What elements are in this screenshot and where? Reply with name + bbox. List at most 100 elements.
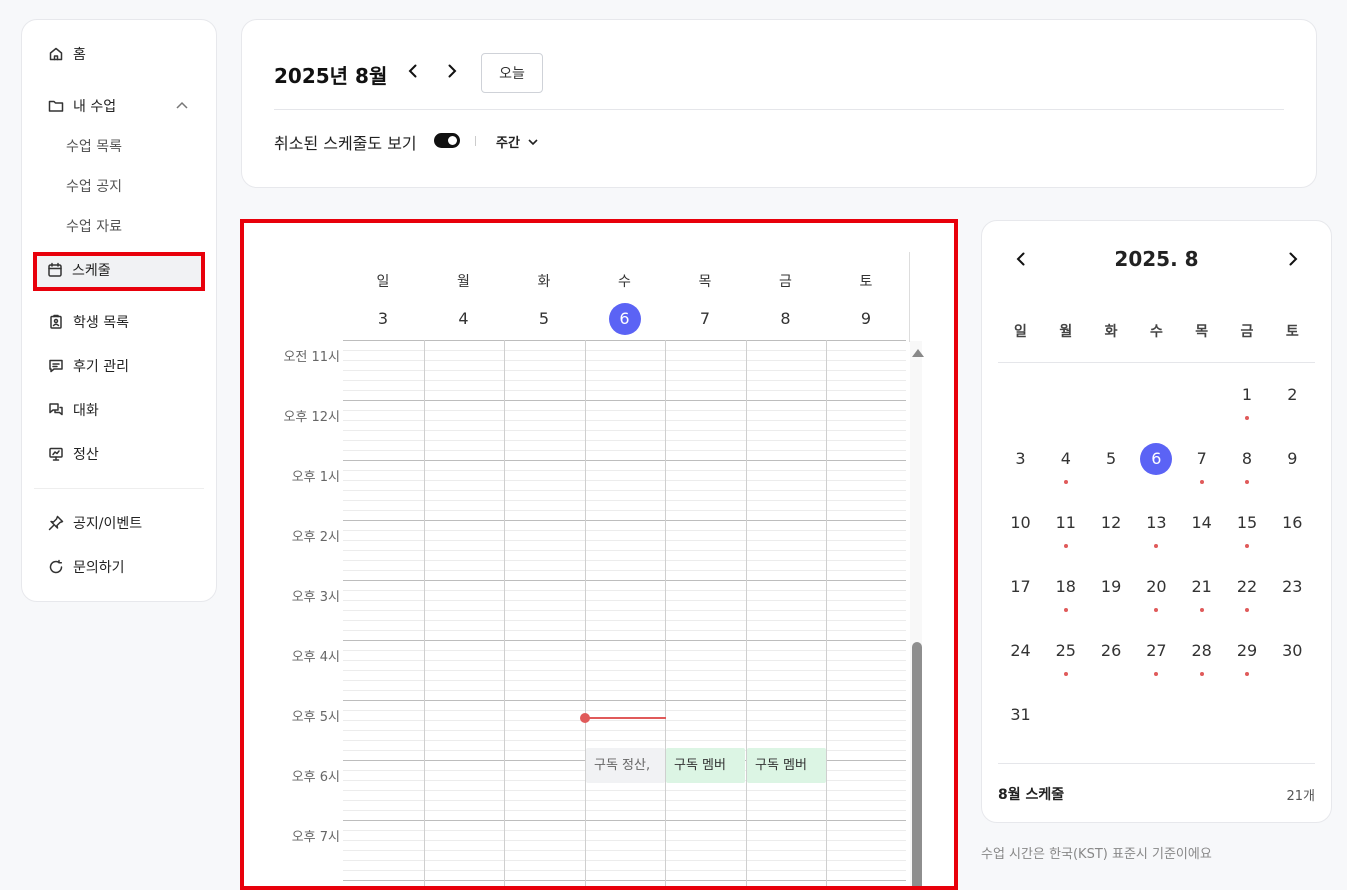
mini-date[interactable]: 19 (1089, 571, 1134, 603)
mini-date[interactable]: 15 (1225, 507, 1270, 539)
monitor-chart-icon (47, 445, 65, 463)
mini-date-number: 25 (1055, 641, 1076, 660)
time-label: 오후 12시 (283, 410, 340, 425)
mini-date[interactable]: 4 (1043, 443, 1088, 475)
nav-chat[interactable]: 대화 (47, 398, 99, 422)
mini-date[interactable]: 10 (998, 507, 1043, 539)
nav-reviews[interactable]: 후기 관리 (47, 354, 129, 378)
mini-date[interactable]: 23 (1270, 571, 1315, 603)
prev-week-button[interactable] (404, 62, 422, 80)
day-number: 4 (458, 309, 469, 328)
mini-date-number: 30 (1282, 641, 1303, 660)
mini-date[interactable]: 29 (1225, 635, 1270, 667)
scroll-up-arrow[interactable] (912, 349, 924, 357)
chevron-up-icon[interactable] (174, 98, 190, 114)
day-divider (504, 340, 505, 886)
mini-date[interactable]: 27 (1134, 635, 1179, 667)
month-title: 2025년 8월 (274, 64, 388, 88)
mini-date[interactable]: 28 (1179, 635, 1224, 667)
minor-gridline (343, 500, 906, 501)
nav-home[interactable]: 홈 (47, 42, 86, 66)
time-grid[interactable]: 구독 정산, 구독 멤버 구독 멤버 (343, 340, 906, 886)
mini-day-of-week: 금 (1240, 324, 1254, 340)
mini-date[interactable]: 13 (1134, 507, 1179, 539)
hour-gridline (343, 520, 906, 521)
day-column-header[interactable]: 금8 (746, 271, 826, 335)
minor-gridline (343, 450, 906, 451)
mini-date[interactable]: 11 (1043, 507, 1088, 539)
minor-gridline (343, 620, 906, 621)
minor-gridline (343, 840, 906, 841)
mini-date[interactable]: 18 (1043, 571, 1088, 603)
schedule-event[interactable]: 구독 정산, (586, 748, 665, 783)
mini-date[interactable]: 17 (998, 571, 1043, 603)
mini-date[interactable]: 31 (998, 699, 1043, 731)
mini-date-number: 14 (1191, 513, 1212, 532)
timezone-note: 수업 시간은 한국(KST) 표준시 기준이에요 (981, 847, 1212, 862)
day-column-header[interactable]: 토9 (826, 271, 906, 335)
nav-notice[interactable]: 공지/이벤트 (47, 511, 142, 535)
show-cancelled-label: 취소된 스케줄도 보기 (274, 134, 417, 153)
mini-next-month-button[interactable] (1284, 250, 1302, 268)
hour-gridline (343, 820, 906, 821)
nav-students[interactable]: 학생 목록 (47, 310, 129, 334)
minor-gridline (343, 830, 906, 831)
mini-date[interactable]: 1 (1225, 379, 1270, 411)
schedule-marker-dot (1245, 672, 1249, 676)
day-column-header[interactable]: 월4 (424, 271, 504, 335)
mini-date[interactable]: 9 (1270, 443, 1315, 475)
mini-date-number: 21 (1191, 577, 1212, 596)
mini-date[interactable]: 5 (1089, 443, 1134, 475)
nav-my-class[interactable]: 내 수업 (47, 94, 116, 118)
mini-date[interactable]: 14 (1179, 507, 1224, 539)
mini-date[interactable]: 16 (1270, 507, 1315, 539)
nav-class-materials[interactable]: 수업 자료 (66, 216, 122, 236)
schedule-event[interactable]: 구독 멤버 (666, 748, 745, 783)
nav-schedule[interactable]: 스케줄 (46, 258, 111, 282)
minor-gridline (343, 600, 906, 601)
schedule-event[interactable]: 구독 멤버 (747, 748, 826, 783)
next-week-button[interactable] (443, 62, 461, 80)
mini-footer-divider (998, 763, 1315, 764)
minor-gridline (343, 420, 906, 421)
nav-inquiry-label: 문의하기 (73, 560, 125, 576)
mini-today-date[interactable]: 6 (1134, 443, 1179, 475)
mini-date[interactable]: 7 (1179, 443, 1224, 475)
show-cancelled-toggle[interactable] (434, 133, 460, 148)
day-column-header[interactable]: 목7 (665, 271, 745, 335)
mini-date[interactable]: 21 (1179, 571, 1224, 603)
mini-date[interactable]: 2 (1270, 379, 1315, 411)
nav-class-list[interactable]: 수업 목록 (66, 136, 122, 156)
mini-date[interactable]: 3 (998, 443, 1043, 475)
nav-settlement[interactable]: 정산 (47, 442, 99, 466)
mini-calendar-title: 2025. 8 (1114, 247, 1199, 271)
day-column-header[interactable]: 화5 (504, 271, 584, 335)
header-scroll-border (909, 252, 910, 342)
minor-gridline (343, 790, 906, 791)
mini-date[interactable]: 30 (1270, 635, 1315, 667)
mini-date[interactable]: 22 (1225, 571, 1270, 603)
day-column-header[interactable]: 수6 (585, 271, 665, 335)
mini-date-number: 13 (1146, 513, 1167, 532)
week-calendar: 일 3 월 4 화 5 수 6 목 7 금 8 토 9 구독 정산, 구독 멤버 구독 멤버 오전 11시 오후 1… (240, 219, 958, 890)
day-column-header[interactable]: 일3 (343, 271, 423, 335)
mini-date-number: 2 (1287, 385, 1298, 404)
today-button[interactable]: 오늘 (481, 53, 543, 93)
minor-gridline (343, 680, 906, 681)
mini-date[interactable]: 26 (1089, 635, 1134, 667)
nav-inquiry[interactable]: 문의하기 (47, 555, 125, 579)
view-mode-label: 주간 (496, 136, 520, 151)
mini-date[interactable]: 20 (1134, 571, 1179, 603)
mini-day-of-week: 목 (1195, 324, 1209, 340)
minor-gridline (343, 380, 906, 381)
mini-date[interactable]: 25 (1043, 635, 1088, 667)
minor-gridline (343, 540, 906, 541)
mini-date[interactable]: 8 (1225, 443, 1270, 475)
mini-calendar: 2025. 8 8월 스케줄 21개 일 월 화 수 목 금 토 1 2 3 4 5 6 7 8 9 10 11 1… (981, 220, 1332, 823)
scrollbar-thumb[interactable] (912, 642, 922, 886)
mini-date[interactable]: 12 (1089, 507, 1134, 539)
nav-class-notice[interactable]: 수업 공지 (66, 176, 122, 196)
minor-gridline (343, 410, 906, 411)
view-mode-dropdown[interactable]: 주간 (496, 132, 540, 151)
mini-date[interactable]: 24 (998, 635, 1043, 667)
